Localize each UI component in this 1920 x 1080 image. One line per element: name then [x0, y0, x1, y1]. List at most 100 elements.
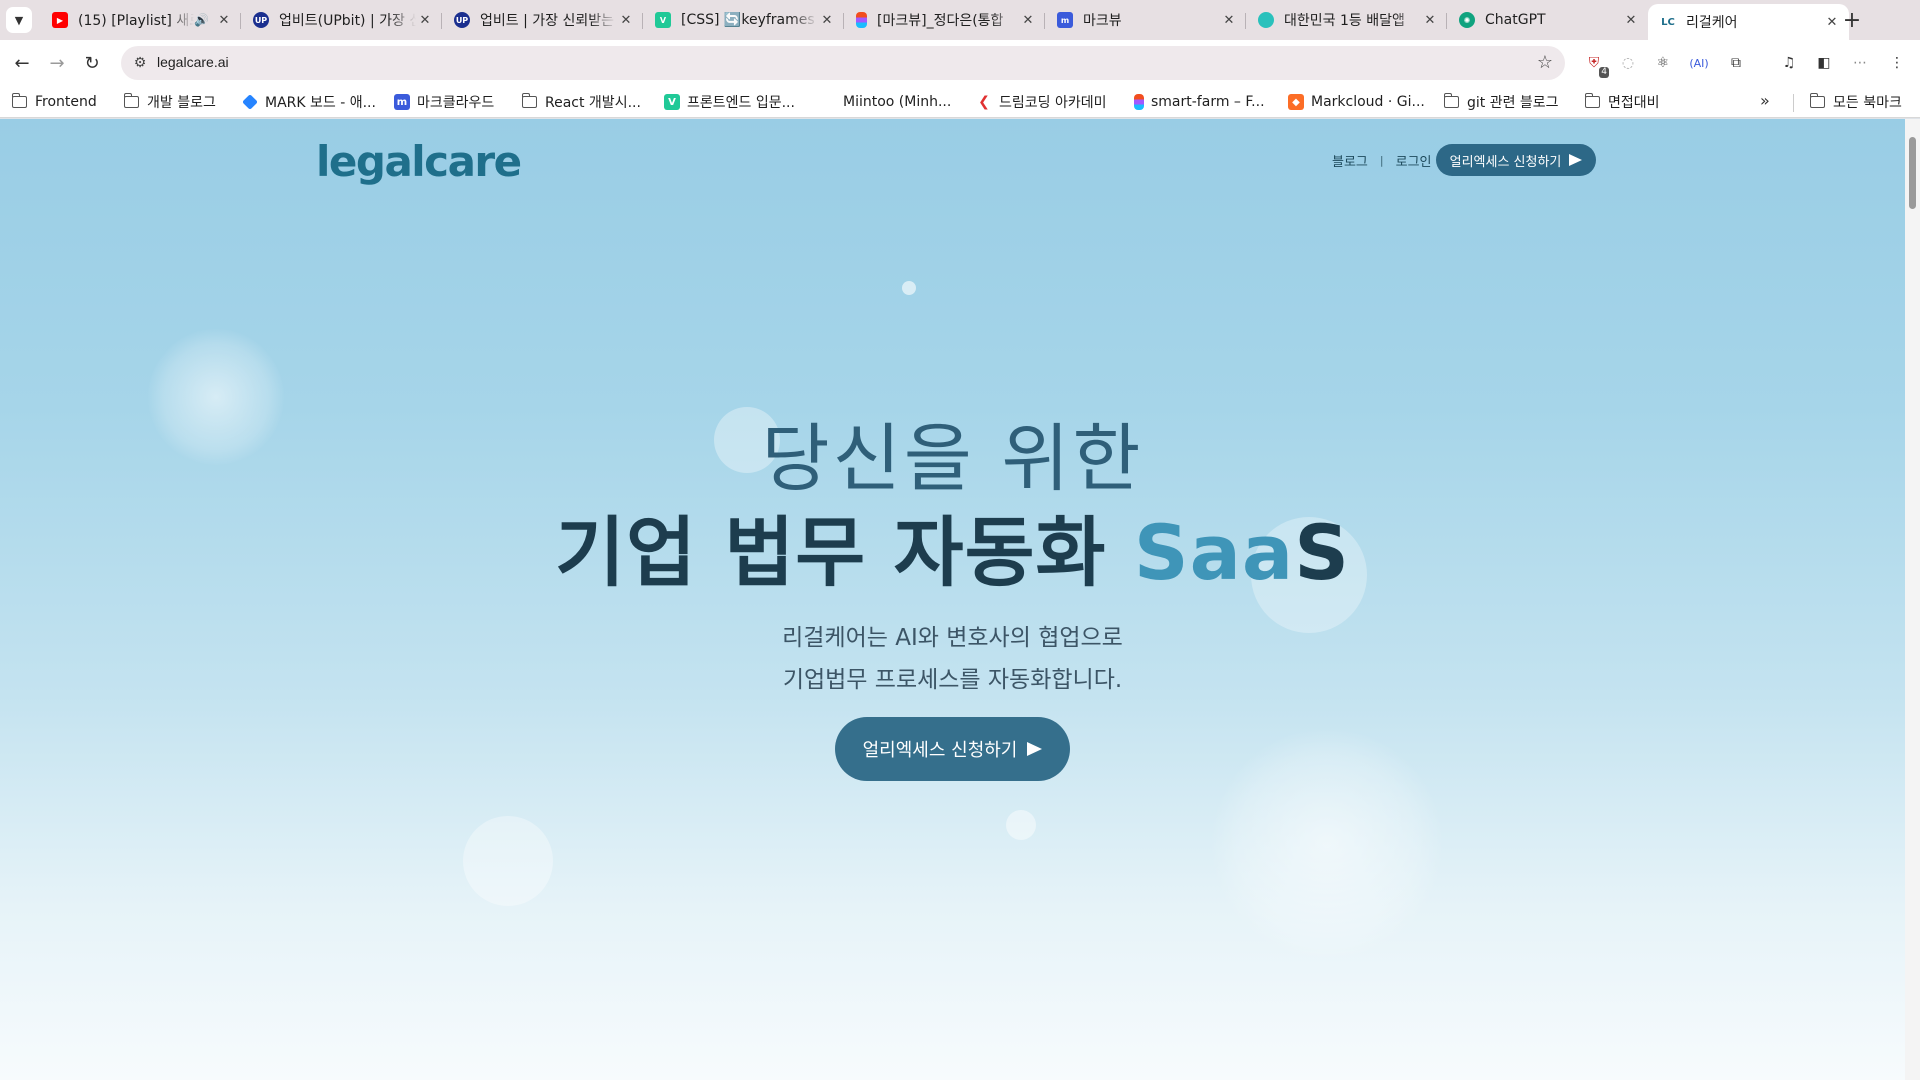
- tab-legalcare[interactable]: LC 리걸케어 ✕: [1648, 4, 1849, 40]
- bookmark-folder-dev-blog[interactable]: 개발 블로그: [123, 92, 216, 112]
- side-panel-icon[interactable]: ◧: [1813, 52, 1835, 74]
- decor-bubble: [1212, 729, 1442, 959]
- bookmark-label: 모든 북마크: [1833, 95, 1902, 111]
- scrollbar-thumb[interactable]: [1909, 137, 1916, 209]
- bookmark-markcloud-gitlab[interactable]: ◆ Markcloud · Gi...: [1288, 92, 1425, 112]
- puzzle-icon[interactable]: ⧉: [1725, 52, 1747, 74]
- bookmark-folder-react[interactable]: React 개발시...: [521, 92, 641, 112]
- send-icon: [1027, 742, 1043, 756]
- bookmarks-bar: Frontend 개발 블로그 MARK 보드 - 애... m 마크클라우드 R…: [0, 86, 1920, 118]
- bookmark-smart-farm[interactable]: smart-farm – F...: [1134, 92, 1265, 112]
- hero-title-line1: 당신을 위한: [761, 416, 1144, 502]
- tab-search-button[interactable]: ▼: [6, 7, 32, 33]
- chevron-down-icon: ▼: [14, 13, 24, 27]
- bookmark-folder-git-blog[interactable]: git 관련 블로그: [1443, 92, 1559, 112]
- bookmark-label: Markcloud · Gi...: [1311, 94, 1425, 110]
- velog-icon: V: [664, 94, 680, 110]
- decor-bubble: [463, 816, 553, 906]
- extension-ai-icon[interactable]: (AI): [1688, 52, 1710, 74]
- bookmark-folder-interview[interactable]: 면접대비: [1584, 92, 1660, 112]
- tab-figma-markview[interactable]: [마크뷰]_정다은(통합 ✕: [844, 4, 1045, 36]
- hero-title-line2: 기업 법무 자동화 SaaS: [0, 491, 1905, 601]
- folder-icon: [521, 93, 537, 108]
- page-scrollbar[interactable]: [1905, 119, 1920, 1080]
- bookmark-markcloud[interactable]: m 마크클라우드: [394, 92, 494, 112]
- bookmark-mark-board[interactable]: MARK 보드 - 애...: [242, 92, 376, 112]
- media-control-icon[interactable]: ♫: [1778, 52, 1800, 74]
- tab-title: 리걸케어: [1686, 15, 1738, 31]
- folder-icon: [123, 93, 139, 108]
- close-icon[interactable]: ✕: [416, 13, 434, 28]
- bookmark-dreamcoding[interactable]: ❮ 드림코딩 아카데미: [976, 92, 1107, 112]
- react-devtools-icon[interactable]: ⚛: [1652, 52, 1674, 74]
- site-info-icon[interactable]: ⚙: [131, 54, 149, 72]
- nav-login-link[interactable]: 로그인: [1396, 151, 1432, 170]
- bookmark-folder-frontend[interactable]: Frontend: [11, 92, 97, 112]
- tab-title: [마크뷰]_정다은(통합: [877, 13, 1004, 29]
- profile-icon[interactable]: ⋯: [1849, 52, 1871, 74]
- close-icon[interactable]: ✕: [818, 13, 836, 28]
- blank-icon: [820, 94, 836, 110]
- url-text[interactable]: legalcare.ai: [157, 54, 229, 70]
- bookmark-label: smart-farm – F...: [1151, 94, 1265, 110]
- bookmarks-divider: [1793, 94, 1794, 112]
- forward-button[interactable]: →: [45, 51, 69, 75]
- button-label: 얼리엑세스 신청하기: [1449, 154, 1562, 170]
- nav-divider: |: [1379, 154, 1384, 167]
- tab-list: ▶ (15) [Playlist] 새로운 🔊 ✕ UP 업비트(UPbit) …: [40, 4, 1849, 40]
- tab-title: 마크뷰: [1083, 13, 1122, 29]
- arrow-right-icon: →: [49, 52, 65, 74]
- browser-toolbar: ← → ↻ ⚙ legalcare.ai ☆ ⛨ 4 ◌ ⚛ (AI) ⧉ ♫ ◧…: [0, 40, 1920, 86]
- nav-blog-link[interactable]: 블로그: [1332, 151, 1368, 170]
- plus-icon: +: [1842, 7, 1862, 33]
- bookmark-miintoo[interactable]: Miintoo (Minh...: [820, 92, 951, 112]
- tab-upbit-2[interactable]: UP 업비트 | 가장 신뢰받는 ✕: [442, 4, 643, 36]
- tab-title: 업비트(UPbit) | 가장 신뢰: [279, 13, 416, 29]
- all-bookmarks-folder[interactable]: 모든 북마크: [1809, 92, 1902, 112]
- close-icon[interactable]: ✕: [1019, 13, 1037, 28]
- tab-title: 업비트 | 가장 신뢰받는: [480, 13, 614, 29]
- shield-extension-icon[interactable]: ⛨ 4: [1583, 52, 1609, 78]
- extension-badge: 4: [1599, 67, 1609, 78]
- close-icon[interactable]: ✕: [1421, 13, 1439, 28]
- send-icon: [1569, 154, 1583, 166]
- bookmark-label: Frontend: [35, 94, 97, 110]
- close-icon[interactable]: ✕: [617, 13, 635, 28]
- bookmark-label: 프론트엔드 입문...: [687, 95, 795, 111]
- new-tab-button[interactable]: +: [1838, 6, 1866, 34]
- tab-strip: ▼ ▶ (15) [Playlist] 새로운 🔊 ✕ UP 업비트(UPbit…: [0, 0, 1920, 40]
- tab-markview[interactable]: m 마크뷰 ✕: [1045, 4, 1246, 36]
- close-icon[interactable]: ✕: [1220, 13, 1238, 28]
- folder-icon: [1443, 93, 1459, 108]
- upbit-icon: UP: [454, 12, 470, 28]
- hero-subtitle: 리걸케어는 AI와 변호사의 협업으로 기업법무 프로세스를 자동화합니다.: [0, 617, 1905, 701]
- close-icon[interactable]: ✕: [215, 13, 233, 28]
- bookmark-frontend-intro[interactable]: V 프론트엔드 입문...: [664, 92, 795, 112]
- extension-circle-icon[interactable]: ◌: [1617, 52, 1639, 74]
- close-icon[interactable]: ✕: [1622, 13, 1640, 28]
- early-access-hero-button[interactable]: 얼리엑세스 신청하기: [835, 717, 1070, 781]
- bookmark-label: MARK 보드 - 애...: [265, 95, 376, 111]
- tab-upbit-1[interactable]: UP 업비트(UPbit) | 가장 신뢰 ✕: [241, 4, 442, 36]
- button-label: 얼리엑세스 신청하기: [862, 740, 1018, 761]
- page-viewport: legalcare 블로그 | 로그인 얼리엑세스 신청하기 당신을 위한 기업…: [0, 119, 1905, 1080]
- speaker-icon[interactable]: 🔊: [194, 13, 209, 27]
- back-button[interactable]: ←: [10, 51, 34, 75]
- tab-chatgpt[interactable]: ✺ ChatGPT ✕: [1447, 4, 1648, 36]
- early-access-header-button[interactable]: 얼리엑세스 신청하기: [1436, 144, 1596, 176]
- bookmark-label: 드림코딩 아카데미: [999, 95, 1107, 111]
- tab-velog-css[interactable]: V [CSS] 🔄keyframes ✕: [643, 4, 844, 36]
- markview-icon: m: [1057, 12, 1073, 28]
- kebab-menu-icon[interactable]: ⋮: [1886, 52, 1908, 74]
- tab-baemin[interactable]: 대한민국 1등 배달앱 ✕: [1246, 4, 1447, 36]
- bookmark-star-icon[interactable]: ☆: [1537, 52, 1553, 73]
- more-bookmarks-icon[interactable]: »: [1760, 91, 1770, 110]
- legalcare-logo[interactable]: legalcare: [316, 137, 522, 186]
- site-nav: 블로그 | 로그인: [1332, 151, 1432, 170]
- address-bar[interactable]: ⚙ legalcare.ai ☆: [121, 46, 1565, 80]
- decor-bubble: [902, 281, 916, 295]
- reload-button[interactable]: ↻: [80, 51, 104, 75]
- arrow-left-icon: ←: [14, 52, 30, 74]
- tab-youtube-playlist[interactable]: ▶ (15) [Playlist] 새로운 🔊 ✕: [40, 4, 241, 36]
- bookmark-label: Miintoo (Minh...: [843, 94, 952, 110]
